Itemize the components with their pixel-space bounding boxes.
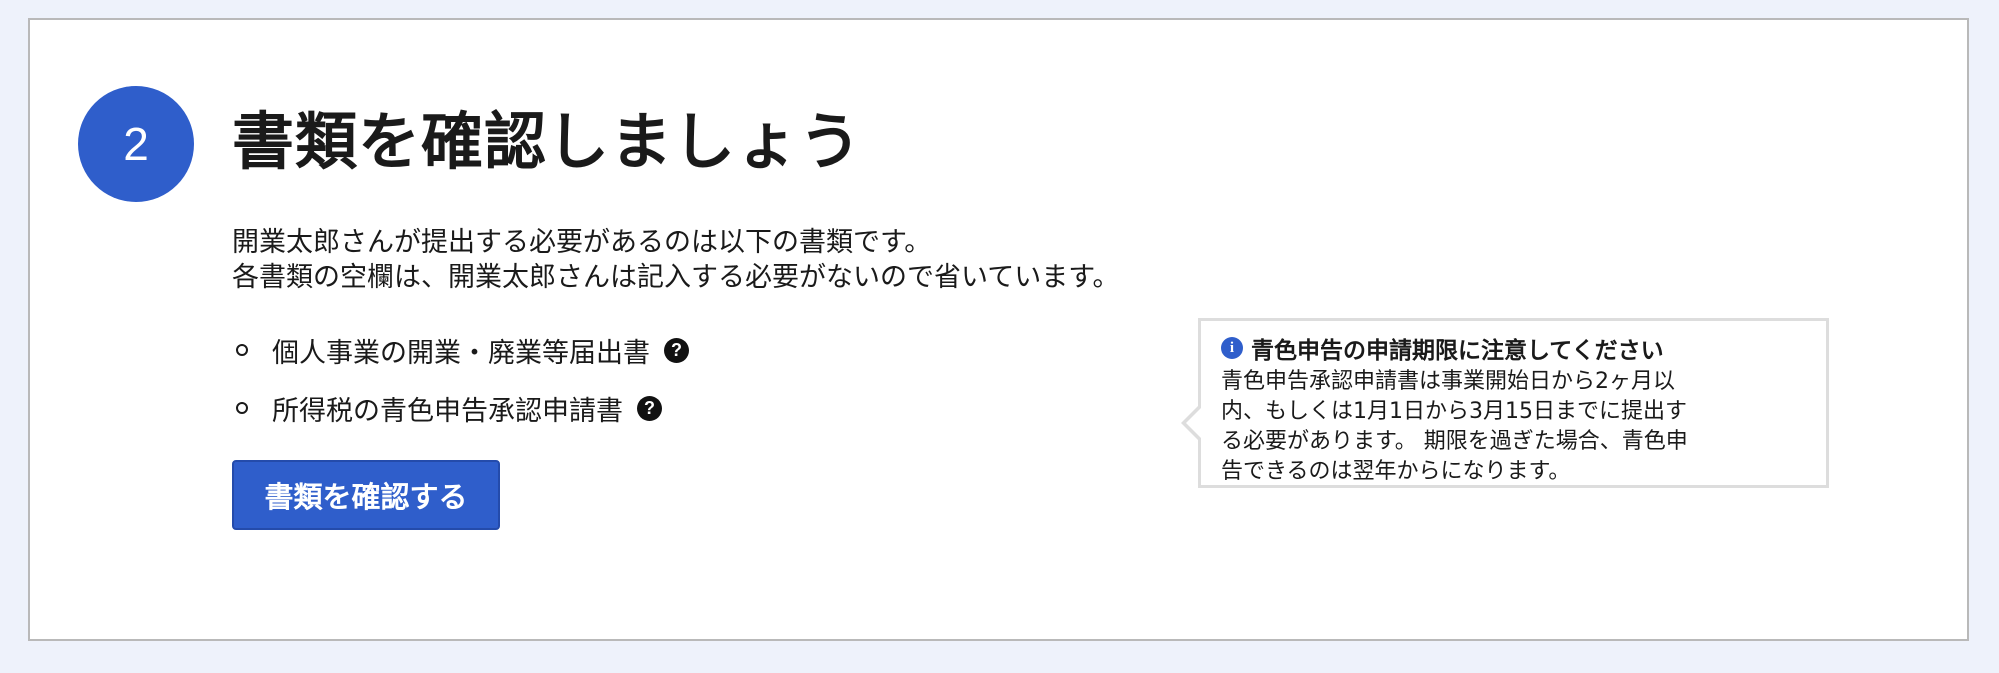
bullet-icon <box>236 344 248 356</box>
document-label: 所得税の青色申告承認申請書 <box>272 395 623 427</box>
document-label: 個人事業の開業・廃業等届出書 <box>272 337 650 369</box>
notice-header: i 青色申告の申請期限に注意してください <box>1221 333 1806 364</box>
document-list: 個人事業の開業・廃業等届出書 ? 所得税の青色申告承認申請書 ? <box>232 330 689 446</box>
notice-body-line: 青色申告承認申請書は事業開始日から2ヶ月以 <box>1221 369 1675 394</box>
step-card: 2 書類を確認しましょう 開業太郎さんが提出する必要があるのは以下の書類です。 … <box>28 18 1969 641</box>
notice-body-line: 内、もしくは1月1日から3月15日までに提出す <box>1221 399 1687 424</box>
step-number-badge: 2 <box>78 86 194 202</box>
page-title: 書類を確認しましょう <box>232 105 863 178</box>
list-item: 所得税の青色申告承認申請書 ? <box>232 388 689 428</box>
description: 開業太郎さんが提出する必要があるのは以下の書類です。 各書類の空欄は、開業太郎さ… <box>232 225 1120 295</box>
info-circle-icon: i <box>1221 337 1243 359</box>
confirm-documents-button[interactable]: 書類を確認する <box>232 460 500 530</box>
notice-pointer-fill <box>1186 405 1204 441</box>
question-circle-icon[interactable]: ? <box>637 395 662 421</box>
notice-body-line: 告できるのは翌年からになります。 <box>1221 459 1571 484</box>
notice-body: 青色申告承認申請書は事業開始日から2ヶ月以 内、もしくは1月1日から3月15日ま… <box>1221 367 1806 487</box>
deadline-notice: i 青色申告の申請期限に注意してください 青色申告承認申請書は事業開始日から2ヶ… <box>1181 318 1829 488</box>
bullet-icon <box>236 402 248 414</box>
notice-body-line: る必要があります。 期限を過ぎた場合、青色申 <box>1221 429 1688 454</box>
question-circle-icon[interactable]: ? <box>664 337 689 363</box>
notice-title: 青色申告の申請期限に注意してください <box>1251 338 1664 364</box>
description-line: 各書類の空欄は、開業太郎さんは記入する必要がないので省いています。 <box>232 262 1120 293</box>
list-item: 個人事業の開業・廃業等届出書 ? <box>232 330 689 370</box>
description-line: 開業太郎さんが提出する必要があるのは以下の書類です。 <box>232 227 932 258</box>
